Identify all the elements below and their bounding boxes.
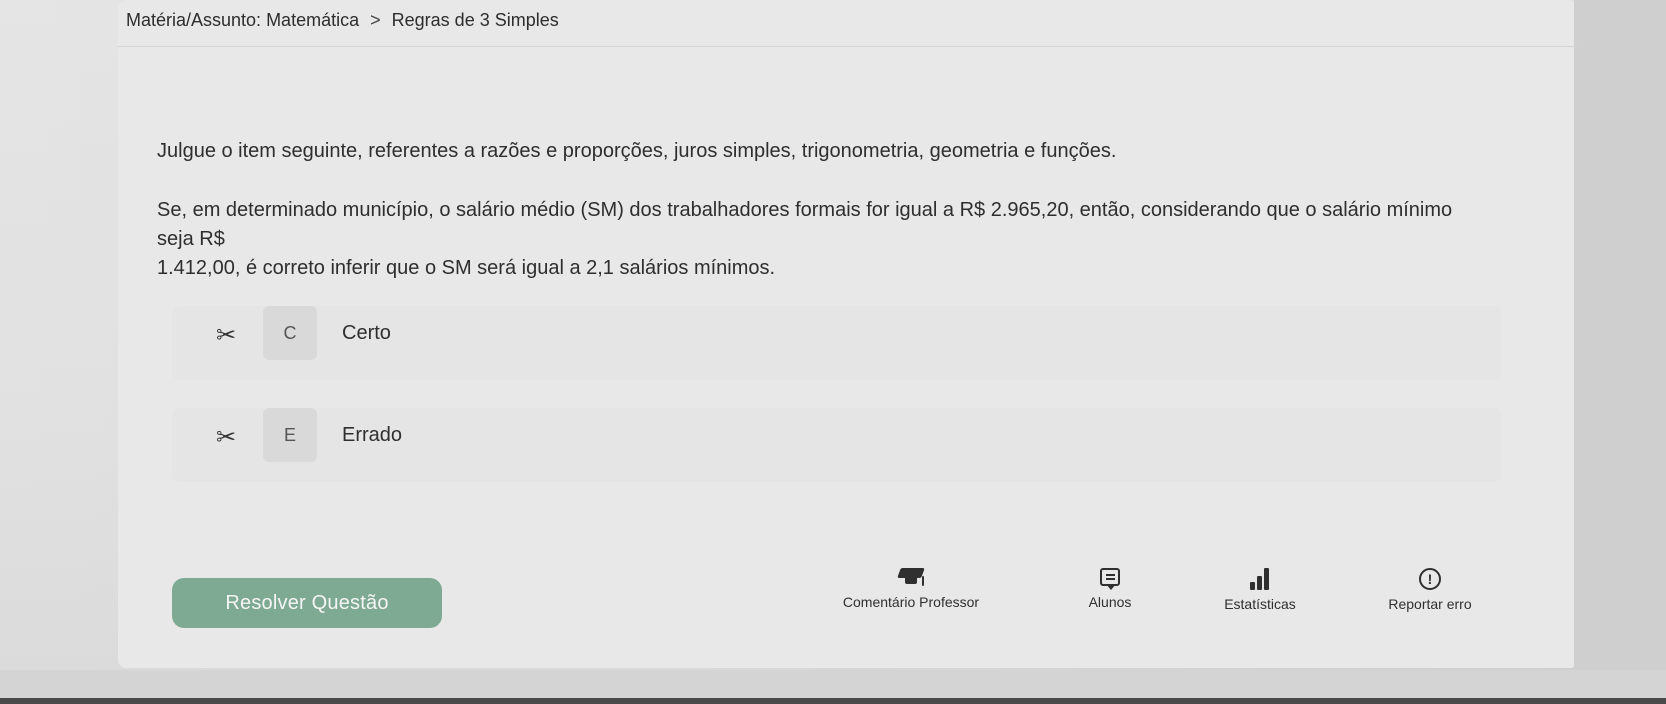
question-statement-line-2: 1.412,00, é correto inferir que o SM ser… [157, 257, 776, 279]
graduation-cap-icon [897, 568, 925, 588]
option-label-certo[interactable]: Certo [342, 322, 391, 345]
breadcrumb-subject: Matéria/Assunto: Matemática [126, 10, 360, 30]
breadcrumb-separator: > [370, 10, 381, 30]
breadcrumb-topic: Regras de 3 Simples [391, 10, 559, 30]
right-margin [1574, 0, 1666, 704]
question-statement-line-1: Se, em determinado município, o salário … [157, 199, 1453, 250]
question-instruction: Julgue o item seguinte, referentes a raz… [157, 140, 1117, 162]
option-certo[interactable]: ✂ C Certo [172, 306, 1502, 380]
option-letter-c[interactable]: C [263, 306, 317, 360]
option-label-errado[interactable]: Errado [342, 424, 402, 447]
alert-icon: ! [1419, 568, 1441, 590]
statistics-label: Estatísticas [1224, 596, 1296, 612]
report-error-label: Reportar erro [1388, 596, 1472, 612]
breadcrumb-divider [118, 46, 1578, 47]
bottom-line [0, 698, 1666, 704]
bar-chart-icon [1249, 568, 1271, 590]
option-errado[interactable]: ✂ E Errado [172, 408, 1502, 482]
students-label: Alunos [1088, 594, 1132, 610]
chat-icon [1100, 568, 1120, 590]
scissors-icon[interactable]: ✂ [212, 424, 240, 452]
report-error-button[interactable]: ! Reportar erro [1360, 568, 1500, 612]
question-statement: Se, em determinado município, o salário … [157, 196, 1457, 283]
statistics-button[interactable]: Estatísticas [1190, 568, 1330, 612]
option-letter-e[interactable]: E [263, 408, 317, 462]
scissors-icon[interactable]: ✂ [212, 322, 240, 350]
students-button[interactable]: Alunos [1040, 568, 1180, 610]
comment-professor-button[interactable]: Comentário Professor [826, 568, 996, 610]
breadcrumb: Matéria/Assunto: Matemática > Regras de … [126, 10, 559, 31]
solve-question-button[interactable]: Resolver Questão [172, 578, 442, 628]
comment-professor-label: Comentário Professor [842, 594, 980, 610]
